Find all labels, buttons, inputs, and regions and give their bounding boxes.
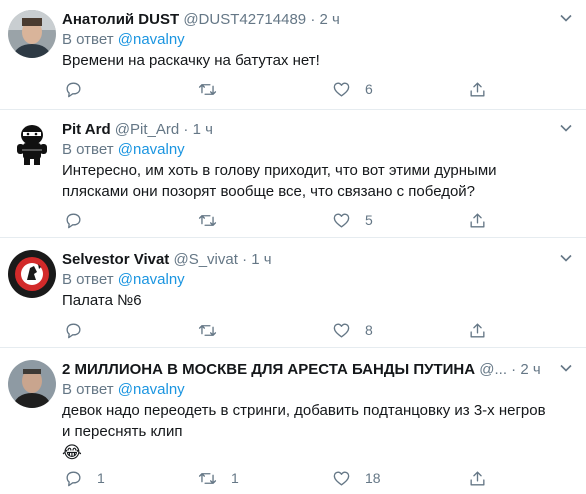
avatar[interactable] — [8, 360, 56, 408]
tweet-body: Анатолий DUST @DUST42714489 · 2 ч В отве… — [62, 10, 556, 71]
chevron-down-icon[interactable] — [560, 12, 572, 24]
timestamp[interactable]: 2 ч — [319, 11, 339, 28]
share-button[interactable] — [468, 467, 487, 489]
tweet-body: Selvestor Vivat @S_vivat · 1 ч В ответ @… — [62, 250, 556, 311]
author-name[interactable]: 2 МИЛЛИОНА В МОСКВЕ ДЛЯ АРЕСТА БАНДЫ ПУТ… — [62, 361, 475, 378]
tweet-text: Времени на раскачку на батутах нет! — [62, 52, 320, 69]
like-count: 5 — [365, 212, 373, 228]
tweet-header: Анатолий DUST @DUST42714489 · 2 ч — [62, 10, 556, 30]
retweet-icon — [198, 214, 217, 226]
reply-prefix: В ответ — [62, 381, 114, 398]
share-icon — [470, 470, 485, 486]
heart-icon — [333, 322, 350, 338]
author-handle[interactable]: @S_vivat — [173, 251, 237, 268]
retweet-icon — [198, 83, 217, 95]
tweet-emoji: 😂 — [62, 443, 82, 462]
reply-prefix: В ответ — [62, 141, 114, 158]
separator-dot: · — [310, 11, 316, 28]
reply-context: В ответ @navalny — [62, 270, 556, 290]
heart-icon — [333, 470, 350, 486]
share-button[interactable] — [468, 209, 487, 231]
heart-icon — [333, 212, 350, 228]
share-button[interactable] — [468, 78, 487, 100]
retweet-button[interactable]: 1 — [198, 467, 239, 489]
timestamp[interactable]: 1 ч — [193, 121, 213, 138]
retweet-button[interactable] — [198, 78, 231, 100]
reply-mention-link[interactable]: @navalny — [118, 381, 185, 398]
reply-mention-link[interactable]: @navalny — [118, 31, 185, 48]
avatar[interactable] — [8, 120, 56, 168]
tweet-actions: 8 — [56, 319, 506, 341]
reply-icon — [66, 81, 81, 97]
author-handle[interactable]: @DUST42714489 — [183, 11, 306, 28]
reply-count: 1 — [97, 470, 105, 486]
separator-dot: · — [242, 251, 248, 268]
author-handle[interactable]: @... — [479, 361, 507, 378]
tweet-header: Selvestor Vivat @S_vivat · 1 ч — [62, 250, 556, 270]
separator-dot: · — [511, 361, 517, 378]
tweet-item[interactable]: Анатолий DUST @DUST42714489 · 2 ч В отве… — [0, 0, 586, 110]
tweet-text: Интересно, им хоть в голову приходит, чт… — [62, 162, 497, 200]
reply-context: В ответ @navalny — [62, 380, 556, 400]
retweet-icon — [198, 472, 217, 484]
reply-icon — [66, 322, 81, 338]
reply-prefix: В ответ — [62, 271, 114, 288]
reply-button[interactable] — [64, 209, 97, 231]
tweet-actions: 1 1 18 — [56, 467, 506, 489]
share-icon — [470, 81, 485, 97]
chevron-down-icon[interactable] — [560, 362, 572, 374]
reply-mention-link[interactable]: @navalny — [118, 141, 185, 158]
timestamp[interactable]: 2 ч — [520, 361, 540, 378]
tweet-body: Pit Ard @Pit_Ard · 1 ч В ответ @navalny … — [62, 120, 556, 202]
reply-context: В ответ @navalny — [62, 30, 556, 50]
share-icon — [470, 212, 485, 228]
like-button[interactable]: 18 — [332, 467, 381, 489]
heart-icon — [333, 81, 350, 97]
reply-mention-link[interactable]: @navalny — [118, 271, 185, 288]
avatar[interactable] — [8, 250, 56, 298]
tweet-actions: 5 — [56, 209, 506, 231]
retweet-icon — [198, 324, 217, 336]
retweet-count: 1 — [231, 470, 239, 486]
author-name[interactable]: Анатолий DUST — [62, 11, 179, 28]
tweet-item[interactable]: Selvestor Vivat @S_vivat · 1 ч В ответ @… — [0, 238, 586, 348]
reply-prefix: В ответ — [62, 31, 114, 48]
like-count: 6 — [365, 81, 373, 97]
author-name[interactable]: Pit Ard — [62, 121, 111, 138]
like-button[interactable]: 6 — [332, 78, 373, 100]
chevron-down-icon[interactable] — [560, 122, 572, 134]
tweet-item[interactable]: Pit Ard @Pit_Ard · 1 ч В ответ @navalny … — [0, 110, 586, 238]
share-icon — [470, 322, 485, 338]
share-button[interactable] — [468, 319, 487, 341]
retweet-button[interactable] — [198, 319, 231, 341]
replies-feed: Анатолий DUST @DUST42714489 · 2 ч В отве… — [0, 0, 586, 494]
author-name[interactable]: Selvestor Vivat — [62, 251, 169, 268]
reply-context: В ответ @navalny — [62, 140, 556, 160]
tweet-header: Pit Ard @Pit_Ard · 1 ч — [62, 120, 556, 140]
author-handle[interactable]: @Pit_Ard — [115, 121, 179, 138]
reply-icon — [66, 470, 81, 486]
tweet-actions: 6 — [56, 78, 506, 100]
reply-icon — [66, 212, 81, 228]
tweet-text: девок надо переодеть в стринги, добавить… — [62, 402, 546, 440]
tweet-body: 2 МИЛЛИОНА В МОСКВЕ ДЛЯ АРЕСТА БАНДЫ ПУТ… — [62, 360, 556, 464]
tweet-header: 2 МИЛЛИОНА В МОСКВЕ ДЛЯ АРЕСТА БАНДЫ ПУТ… — [62, 360, 556, 380]
retweet-button[interactable] — [198, 209, 231, 231]
separator-dot: · — [183, 121, 189, 138]
like-count: 8 — [365, 322, 373, 338]
reply-button[interactable] — [64, 78, 97, 100]
reply-button[interactable]: 1 — [64, 467, 105, 489]
reply-button[interactable] — [64, 319, 97, 341]
like-count: 18 — [365, 470, 381, 486]
tweet-item[interactable]: 2 МИЛЛИОНА В МОСКВЕ ДЛЯ АРЕСТА БАНДЫ ПУТ… — [0, 348, 586, 494]
timestamp[interactable]: 1 ч — [251, 251, 271, 268]
tweet-text: Палата №6 — [62, 292, 142, 309]
chevron-down-icon[interactable] — [560, 252, 572, 264]
avatar[interactable] — [8, 10, 56, 58]
like-button[interactable]: 8 — [332, 319, 373, 341]
like-button[interactable]: 5 — [332, 209, 373, 231]
